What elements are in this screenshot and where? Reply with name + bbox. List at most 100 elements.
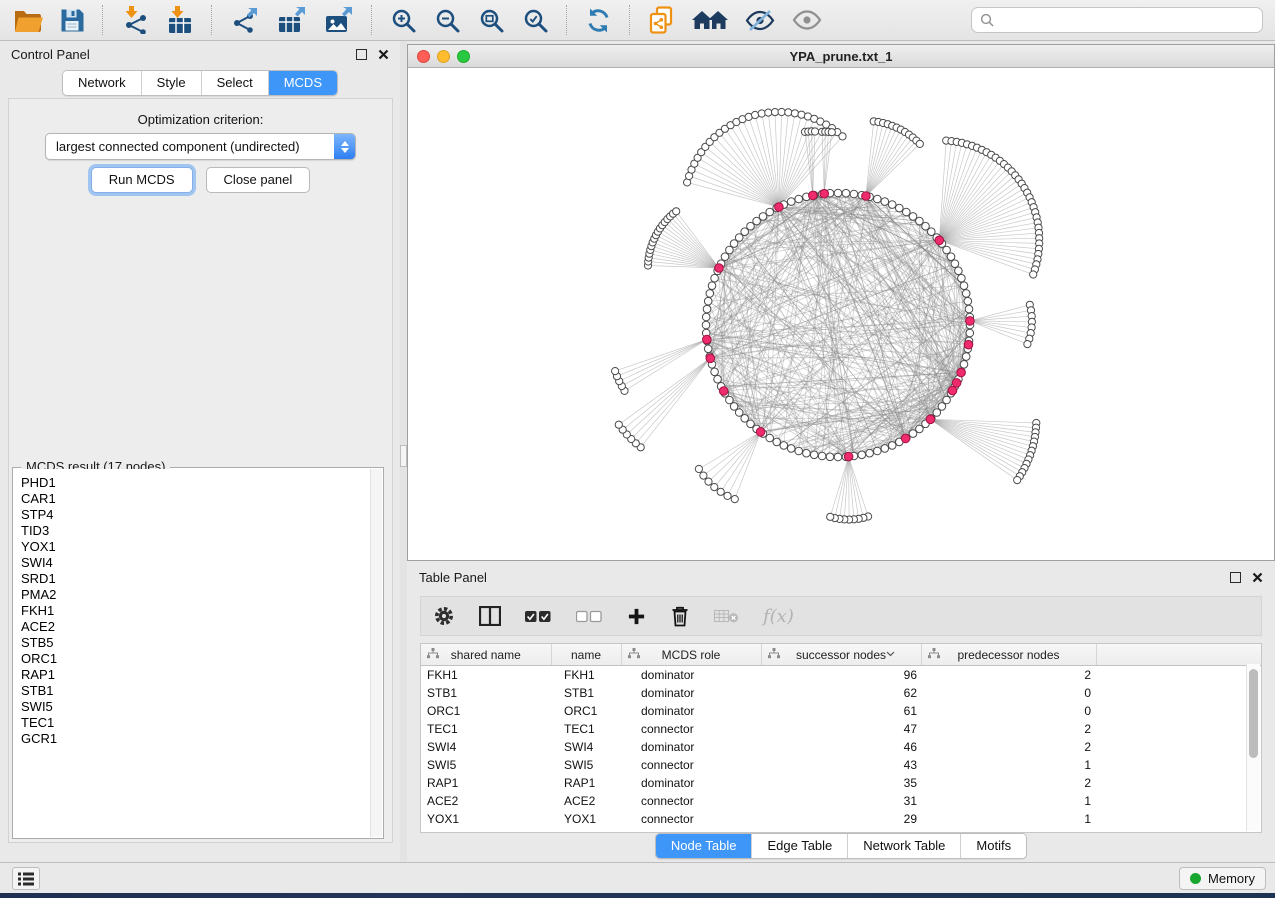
clone-network-icon[interactable] xyxy=(645,3,678,37)
mcds-result-item[interactable]: SWI4 xyxy=(21,555,382,571)
zoom-out-icon[interactable] xyxy=(431,3,464,37)
mcds-result-item[interactable]: ACE2 xyxy=(21,619,382,635)
task-history-button[interactable] xyxy=(12,867,40,890)
export-image-icon[interactable] xyxy=(321,3,357,37)
table-row[interactable]: SWI4SWI4dominator462 xyxy=(421,738,1261,756)
table-scrollbar[interactable] xyxy=(1246,664,1260,831)
import-network-icon[interactable] xyxy=(118,3,152,37)
export-network-icon[interactable] xyxy=(227,3,263,37)
close-window-icon[interactable] xyxy=(417,50,430,63)
table-scrollbar-thumb[interactable] xyxy=(1249,669,1258,758)
add-column-icon[interactable] xyxy=(627,607,646,626)
column-header-successor-nodes[interactable]: successor nodes xyxy=(761,644,921,666)
network-canvas[interactable] xyxy=(408,67,1272,560)
show-all-icon[interactable] xyxy=(789,3,825,37)
network-window-title: YPA_prune.txt_1 xyxy=(408,49,1274,64)
column-layout-icon[interactable] xyxy=(479,606,501,626)
export-table-icon[interactable] xyxy=(274,3,310,37)
mcds-result-item[interactable]: YOX1 xyxy=(21,539,382,555)
select-all-icon[interactable] xyxy=(525,610,552,623)
mcds-result-group: MCDS result (17 nodes) PHD1CAR1STP4TID3Y… xyxy=(12,467,384,839)
mcds-result-item[interactable]: CAR1 xyxy=(21,491,382,507)
open-file-icon[interactable] xyxy=(10,3,46,37)
mcds-result-item[interactable]: TID3 xyxy=(21,523,382,539)
mcds-result-item[interactable]: ORC1 xyxy=(21,651,382,667)
column-header-mcds-role[interactable]: MCDS role xyxy=(621,644,761,666)
mcds-result-item[interactable]: PHD1 xyxy=(21,475,382,491)
minimize-window-icon[interactable] xyxy=(437,50,450,63)
tab-network-table[interactable]: Network Table xyxy=(847,834,960,858)
table-row[interactable]: SWI5SWI5connector431 xyxy=(421,756,1261,774)
mcds-result-item[interactable]: FKH1 xyxy=(21,603,382,619)
close-panel-icon[interactable] xyxy=(1252,572,1263,583)
mcds-result-list[interactable]: PHD1CAR1STP4TID3YOX1SWI4SRD1PMA2FKH1ACE2… xyxy=(14,469,382,837)
mcds-result-item[interactable]: SRD1 xyxy=(21,571,382,587)
network-window: YPA_prune.txt_1 xyxy=(407,44,1275,561)
float-panel-icon[interactable] xyxy=(356,49,367,60)
right-area: YPA_prune.txt_1 Table Panel xyxy=(407,41,1275,862)
function-builder-icon[interactable]: f(x) xyxy=(763,606,794,627)
float-panel-icon[interactable] xyxy=(1230,572,1241,583)
table-row[interactable]: YOX1YOX1connector291 xyxy=(421,810,1261,828)
table-row[interactable]: ORC1ORC1dominator610 xyxy=(421,702,1261,720)
deselect-all-icon[interactable] xyxy=(576,610,603,623)
desktop: Control Panel NetworkStyleSelectMCDS Opt… xyxy=(0,0,1275,898)
maximize-window-icon[interactable] xyxy=(457,50,470,63)
table-row[interactable]: STB1STB1dominator620 xyxy=(421,684,1261,702)
tab-edge-table[interactable]: Edge Table xyxy=(751,834,847,858)
search-box[interactable] xyxy=(971,7,1263,33)
table-row[interactable]: ACE2ACE2connector311 xyxy=(421,792,1261,810)
zoom-in-icon[interactable] xyxy=(387,3,420,37)
close-panel-icon[interactable] xyxy=(378,49,389,60)
table-row[interactable]: FKH1FKH1dominator962 xyxy=(421,666,1261,685)
main-area: Control Panel NetworkStyleSelectMCDS Opt… xyxy=(0,41,1275,862)
save-session-icon[interactable] xyxy=(57,3,88,37)
import-table-icon[interactable] xyxy=(163,3,197,37)
tab-mcds[interactable]: MCDS xyxy=(268,71,337,95)
optimization-criterion-value: largest connected component (undirected) xyxy=(56,139,300,154)
tab-node-table[interactable]: Node Table xyxy=(656,834,752,858)
mcds-result-item[interactable]: SWI5 xyxy=(21,699,382,715)
delete-table-icon[interactable] xyxy=(714,609,739,623)
mcds-result-item[interactable]: PMA2 xyxy=(21,587,382,603)
mcds-result-item[interactable]: TEC1 xyxy=(21,715,382,731)
table-row[interactable]: TEC1TEC1connector472 xyxy=(421,720,1261,738)
memory-button[interactable]: Memory xyxy=(1179,867,1266,890)
mcds-list-scrollbar[interactable] xyxy=(370,469,382,837)
cytoscape-window: Control Panel NetworkStyleSelectMCDS Opt… xyxy=(0,0,1275,893)
main-toolbar xyxy=(0,0,1275,41)
optimization-criterion-select[interactable]: largest connected component (undirected) xyxy=(45,133,356,160)
column-header-predecessor-nodes[interactable]: predecessor nodes xyxy=(921,644,1096,666)
zoom-selected-icon[interactable] xyxy=(519,3,552,37)
toolbar-separator xyxy=(211,5,213,35)
panel-splitter[interactable] xyxy=(400,41,407,862)
mcds-result-item[interactable]: STP4 xyxy=(21,507,382,523)
close-panel-button[interactable]: Close panel xyxy=(206,167,311,193)
apply-layout-icon[interactable] xyxy=(582,3,615,37)
zoom-fit-icon[interactable] xyxy=(475,3,508,37)
run-mcds-button[interactable]: Run MCDS xyxy=(91,167,193,193)
network-window-titlebar[interactable]: YPA_prune.txt_1 xyxy=(408,45,1274,68)
search-input[interactable] xyxy=(1000,12,1254,29)
mcds-result-item[interactable]: RAP1 xyxy=(21,667,382,683)
hide-selected-icon[interactable] xyxy=(742,3,778,37)
table-row[interactable]: RAP1RAP1dominator352 xyxy=(421,774,1261,792)
column-header-shared-name[interactable]: shared name xyxy=(421,644,551,666)
tab-style[interactable]: Style xyxy=(141,71,201,95)
mcds-result-item[interactable]: GCR1 xyxy=(21,731,382,747)
table-options-icon[interactable] xyxy=(433,605,455,627)
tab-select[interactable]: Select xyxy=(201,71,268,95)
splitter-handle-icon[interactable] xyxy=(400,445,407,467)
tab-motifs[interactable]: Motifs xyxy=(960,834,1026,858)
table-panel: Table Panel xyxy=(407,565,1275,862)
control-panel-title: Control Panel xyxy=(11,47,90,62)
mcds-result-item[interactable]: STB1 xyxy=(21,683,382,699)
column-header-name[interactable]: name xyxy=(551,644,621,666)
table-panel-tabs: Node TableEdge TableNetwork TableMotifs xyxy=(655,833,1027,859)
delete-column-icon[interactable] xyxy=(670,605,690,627)
tab-network[interactable]: Network xyxy=(63,71,141,95)
first-neighbors-icon[interactable] xyxy=(689,3,731,37)
node-table: shared namenameMCDS rolesuccessor nodesp… xyxy=(420,643,1262,833)
mcds-result-item[interactable]: STB5 xyxy=(21,635,382,651)
toolbar-separator xyxy=(566,5,568,35)
